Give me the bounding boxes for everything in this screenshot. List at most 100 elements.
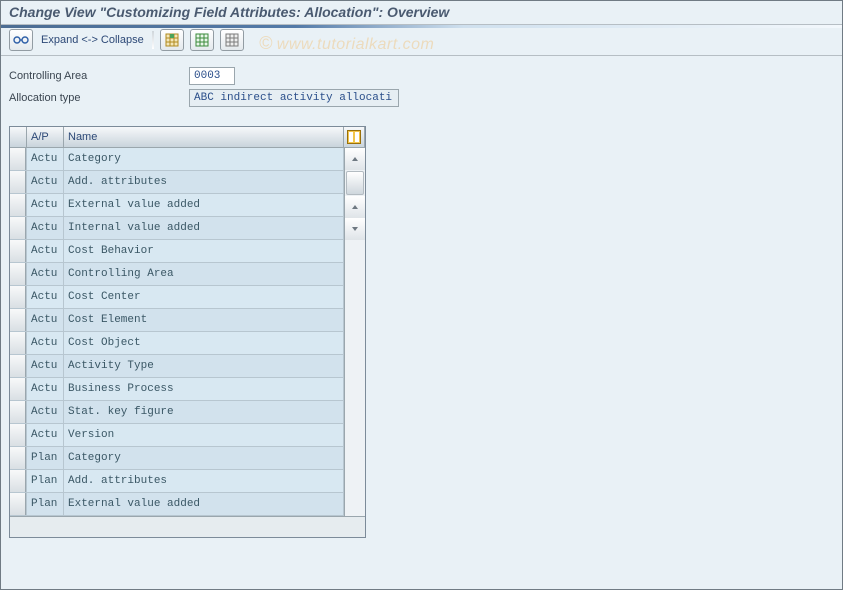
save-layout-button[interactable] — [220, 29, 244, 51]
configure-columns-icon — [347, 130, 361, 144]
cell-name: Stat. key figure — [64, 401, 344, 423]
row-select-button[interactable] — [10, 286, 26, 308]
row-select-button[interactable] — [10, 493, 26, 515]
header-form: Controlling Area 0003 Allocation type AB… — [1, 56, 842, 120]
cell-ap: Actu — [27, 378, 64, 400]
cell-name: External value added — [64, 194, 344, 216]
table-row[interactable]: ActuVersion — [10, 424, 344, 447]
cell-name: Controlling Area — [64, 263, 344, 285]
controlling-area-label: Controlling Area — [9, 70, 189, 82]
grid-green-icon — [195, 33, 209, 47]
row-select-button[interactable] — [10, 171, 26, 193]
chevron-down-icon — [351, 225, 359, 233]
deselect-all-button[interactable] — [190, 29, 214, 51]
cell-name: Add. attributes — [64, 171, 344, 193]
toolbar-expand-collapse-label[interactable]: Expand <-> Collapse — [41, 34, 144, 46]
row-select-button[interactable] — [10, 332, 26, 354]
cell-name: Cost Behavior — [64, 240, 344, 262]
cell-name: External value added — [64, 493, 344, 515]
cell-name: Cost Element — [64, 309, 344, 331]
toolbar-separator — [152, 31, 154, 49]
row-select-button[interactable] — [10, 240, 26, 262]
attributes-table: A/P Name ActuCategoryActuAdd. attributes… — [9, 126, 366, 538]
glasses-icon — [13, 35, 29, 45]
cell-name: Add. attributes — [64, 470, 344, 492]
cell-ap: Actu — [27, 194, 64, 216]
table-row[interactable]: ActuStat. key figure — [10, 401, 344, 424]
cell-name: Version — [64, 424, 344, 446]
cell-name: Cost Object — [64, 332, 344, 354]
table-header: A/P Name — [10, 127, 365, 148]
table-row[interactable]: ActuActivity Type — [10, 355, 344, 378]
table-row[interactable]: ActuCost Behavior — [10, 240, 344, 263]
chevron-up-icon — [351, 203, 359, 211]
row-select-button[interactable] — [10, 447, 26, 469]
table-row[interactable]: ActuCategory — [10, 148, 344, 171]
title-underline — [1, 25, 842, 28]
vertical-scrollbar[interactable] — [344, 148, 365, 516]
table-row[interactable]: PlanExternal value added — [10, 493, 344, 516]
table-row[interactable]: ActuControlling Area — [10, 263, 344, 286]
controlling-area-field[interactable]: 0003 — [189, 67, 235, 85]
allocation-type-label: Allocation type — [9, 92, 189, 104]
cell-ap: Actu — [27, 355, 64, 377]
cell-name: Activity Type — [64, 355, 344, 377]
table-row[interactable]: ActuCost Object — [10, 332, 344, 355]
cell-name: Category — [64, 447, 344, 469]
row-select-button[interactable] — [10, 263, 26, 285]
table-body: ActuCategoryActuAdd. attributesActuExter… — [10, 148, 344, 516]
cell-ap: Actu — [27, 240, 64, 262]
cell-ap: Plan — [27, 447, 64, 469]
column-configure-button[interactable] — [344, 127, 365, 147]
glasses-detail-button[interactable] — [9, 29, 33, 51]
table-row[interactable]: PlanCategory — [10, 447, 344, 470]
table-row[interactable]: PlanAdd. attributes — [10, 470, 344, 493]
cell-name: Internal value added — [64, 217, 344, 239]
chevron-up-icon — [351, 155, 359, 163]
application-toolbar: Expand <-> Collapse — [1, 25, 842, 56]
cell-ap: Actu — [27, 332, 64, 354]
column-ap[interactable]: A/P — [27, 127, 64, 147]
grid-yellow-icon — [165, 33, 179, 47]
table-row[interactable]: ActuInternal value added — [10, 217, 344, 240]
column-select-all[interactable] — [10, 127, 27, 147]
cell-ap: Actu — [27, 424, 64, 446]
row-select-button[interactable] — [10, 470, 26, 492]
cell-ap: Plan — [27, 493, 64, 515]
column-name[interactable]: Name — [64, 127, 344, 147]
row-select-button[interactable] — [10, 378, 26, 400]
page-title: Change View "Customizing Field Attribute… — [1, 1, 842, 25]
cell-ap: Actu — [27, 148, 64, 170]
cell-ap: Actu — [27, 171, 64, 193]
row-select-button[interactable] — [10, 217, 26, 239]
cell-name: Business Process — [64, 378, 344, 400]
row-select-button[interactable] — [10, 148, 26, 170]
cell-ap: Actu — [27, 263, 64, 285]
row-select-button[interactable] — [10, 401, 26, 423]
allocation-type-field: ABC indirect activity allocati — [189, 89, 399, 107]
cell-ap: Plan — [27, 470, 64, 492]
row-select-button[interactable] — [10, 194, 26, 216]
table-row[interactable]: ActuBusiness Process — [10, 378, 344, 401]
select-all-button[interactable] — [160, 29, 184, 51]
grid-gray-icon — [225, 33, 239, 47]
table-row[interactable]: ActuCost Center — [10, 286, 344, 309]
row-select-button[interactable] — [10, 309, 26, 331]
cell-ap: Actu — [27, 401, 64, 423]
cell-name: Category — [64, 148, 344, 170]
scroll-thumb[interactable] — [346, 171, 364, 195]
cell-ap: Actu — [27, 217, 64, 239]
table-footer — [10, 516, 365, 537]
cell-name: Cost Center — [64, 286, 344, 308]
cell-ap: Actu — [27, 309, 64, 331]
scroll-down-button[interactable] — [345, 218, 365, 240]
table-row[interactable]: ActuExternal value added — [10, 194, 344, 217]
table-row[interactable]: ActuCost Element — [10, 309, 344, 332]
cell-ap: Actu — [27, 286, 64, 308]
row-select-button[interactable] — [10, 355, 26, 377]
table-row[interactable]: ActuAdd. attributes — [10, 171, 344, 194]
scroll-jump-up-button[interactable] — [345, 196, 365, 218]
row-select-button[interactable] — [10, 424, 26, 446]
scroll-up-button[interactable] — [345, 148, 365, 170]
page-title-text: Change View "Customizing Field Attribute… — [9, 4, 449, 20]
